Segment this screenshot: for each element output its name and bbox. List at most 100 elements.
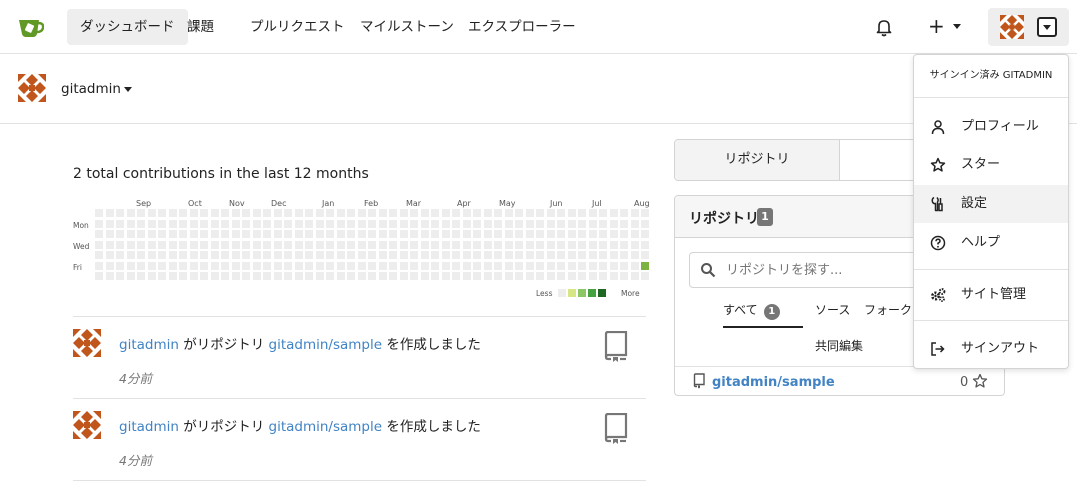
heatmap-cell[interactable] [389,240,397,249]
heatmap-cell[interactable] [252,251,261,259]
heatmap-cell[interactable] [441,261,450,270]
heatmap-cell[interactable] [200,261,208,270]
nav-dashboard[interactable]: ダッシュボード [67,9,188,45]
heatmap-cell[interactable] [116,230,124,238]
heatmap-cell[interactable] [609,261,618,270]
heatmap-cell[interactable] [536,272,544,280]
heatmap-cell[interactable] [536,251,544,259]
heatmap-cell[interactable] [399,251,408,259]
heatmap-cell[interactable] [410,251,418,259]
heatmap-cell[interactable] [378,261,387,270]
heatmap-cell[interactable] [221,240,229,249]
heatmap-cell[interactable] [284,240,292,249]
heatmap-cell[interactable] [231,230,240,238]
heatmap-cell[interactable] [630,240,639,249]
heatmap-cell[interactable] [567,230,576,238]
heatmap-cell[interactable] [221,251,229,259]
heatmap-cell[interactable] [221,272,229,280]
heatmap-cell[interactable] [126,272,135,280]
menu-item-site-admin[interactable]: サイト管理 [914,276,1068,314]
heatmap-cell[interactable] [588,230,597,238]
heatmap-cell[interactable] [126,219,135,228]
heatmap-cell[interactable] [315,261,324,270]
heatmap-cell[interactable] [473,251,481,259]
heatmap-cell[interactable] [357,240,366,249]
heatmap-cell[interactable] [588,219,597,228]
heatmap-cell[interactable] [200,251,208,259]
heatmap-cell[interactable] [536,219,544,228]
heatmap-cell[interactable] [599,209,607,217]
heatmap-cell[interactable] [630,230,639,238]
heatmap-cell[interactable] [473,261,481,270]
heatmap-cell[interactable] [126,230,135,238]
heatmap-cell[interactable] [557,272,565,280]
heatmap-cell[interactable] [599,272,607,280]
avatar[interactable] [73,329,101,357]
heatmap-cell[interactable] [179,251,187,259]
heatmap-cell[interactable] [336,209,345,217]
heatmap-cell[interactable] [462,251,471,259]
heatmap-cell[interactable] [105,240,114,249]
heatmap-cell[interactable] [95,240,103,249]
heatmap-cell[interactable] [641,219,649,228]
heatmap-cell[interactable] [515,240,523,249]
heatmap-cell[interactable] [588,240,597,249]
heatmap-cell[interactable] [441,230,450,238]
heatmap-cell[interactable] [221,209,229,217]
heatmap-cell[interactable] [578,261,586,270]
heatmap-cell[interactable] [252,219,261,228]
heatmap-cell[interactable] [147,240,156,249]
heatmap-cell[interactable] [389,230,397,238]
heatmap-cell[interactable] [441,209,450,217]
heatmap-cell[interactable] [630,219,639,228]
heatmap-cell[interactable] [483,251,492,259]
heatmap-cell[interactable] [536,261,544,270]
heatmap-cell[interactable] [399,272,408,280]
heatmap-cell[interactable] [536,209,544,217]
heatmap-cell[interactable] [378,251,387,259]
heatmap-cell[interactable] [567,219,576,228]
heatmap-cell[interactable] [620,272,628,280]
heatmap-cell[interactable] [609,209,618,217]
heatmap-cell[interactable] [494,219,502,228]
filter-all[interactable]: すべて 1 [723,301,780,320]
heatmap-cell[interactable] [420,251,429,259]
heatmap-cell[interactable] [305,219,313,228]
heatmap-cell[interactable] [368,240,376,249]
heatmap-cell[interactable] [158,209,166,217]
heatmap-cell[interactable] [389,219,397,228]
heatmap-cell[interactable] [347,240,355,249]
heatmap-cell[interactable] [599,230,607,238]
heatmap-cell[interactable] [95,209,103,217]
heatmap-cell[interactable] [231,219,240,228]
heatmap-cell[interactable] [263,240,271,249]
heatmap-cell[interactable] [578,209,586,217]
heatmap-cell[interactable] [368,251,376,259]
heatmap-cell[interactable] [158,219,166,228]
heatmap-cell[interactable] [420,230,429,238]
heatmap-cell[interactable] [399,240,408,249]
heatmap-cell[interactable] [347,261,355,270]
menu-item-sign-out[interactable]: サインアウト [914,330,1068,368]
heatmap-cell[interactable] [473,219,481,228]
heatmap-cell[interactable] [567,261,576,270]
nav-pull-requests[interactable]: プルリクエスト [237,9,358,45]
heatmap-cell[interactable] [242,272,250,280]
heatmap-cell[interactable] [378,272,387,280]
nav-explore[interactable]: エクスプローラー [455,9,589,45]
heatmap-cell[interactable] [210,251,219,259]
heatmap-cell[interactable] [567,251,576,259]
heatmap-cell[interactable] [189,209,198,217]
heatmap-cell[interactable] [200,209,208,217]
heatmap-cell[interactable] [525,261,534,270]
heatmap-cell[interactable] [326,272,334,280]
heatmap-cell[interactable] [347,219,355,228]
heatmap-cell[interactable] [263,219,271,228]
nav-milestones[interactable]: マイルストーン [347,9,467,45]
heatmap-cell[interactable] [525,240,534,249]
heatmap-cell[interactable] [546,230,555,238]
heatmap-cell[interactable] [515,219,523,228]
heatmap-cell[interactable] [462,230,471,238]
heatmap-cell[interactable] [441,272,450,280]
heatmap-cell[interactable] [147,251,156,259]
